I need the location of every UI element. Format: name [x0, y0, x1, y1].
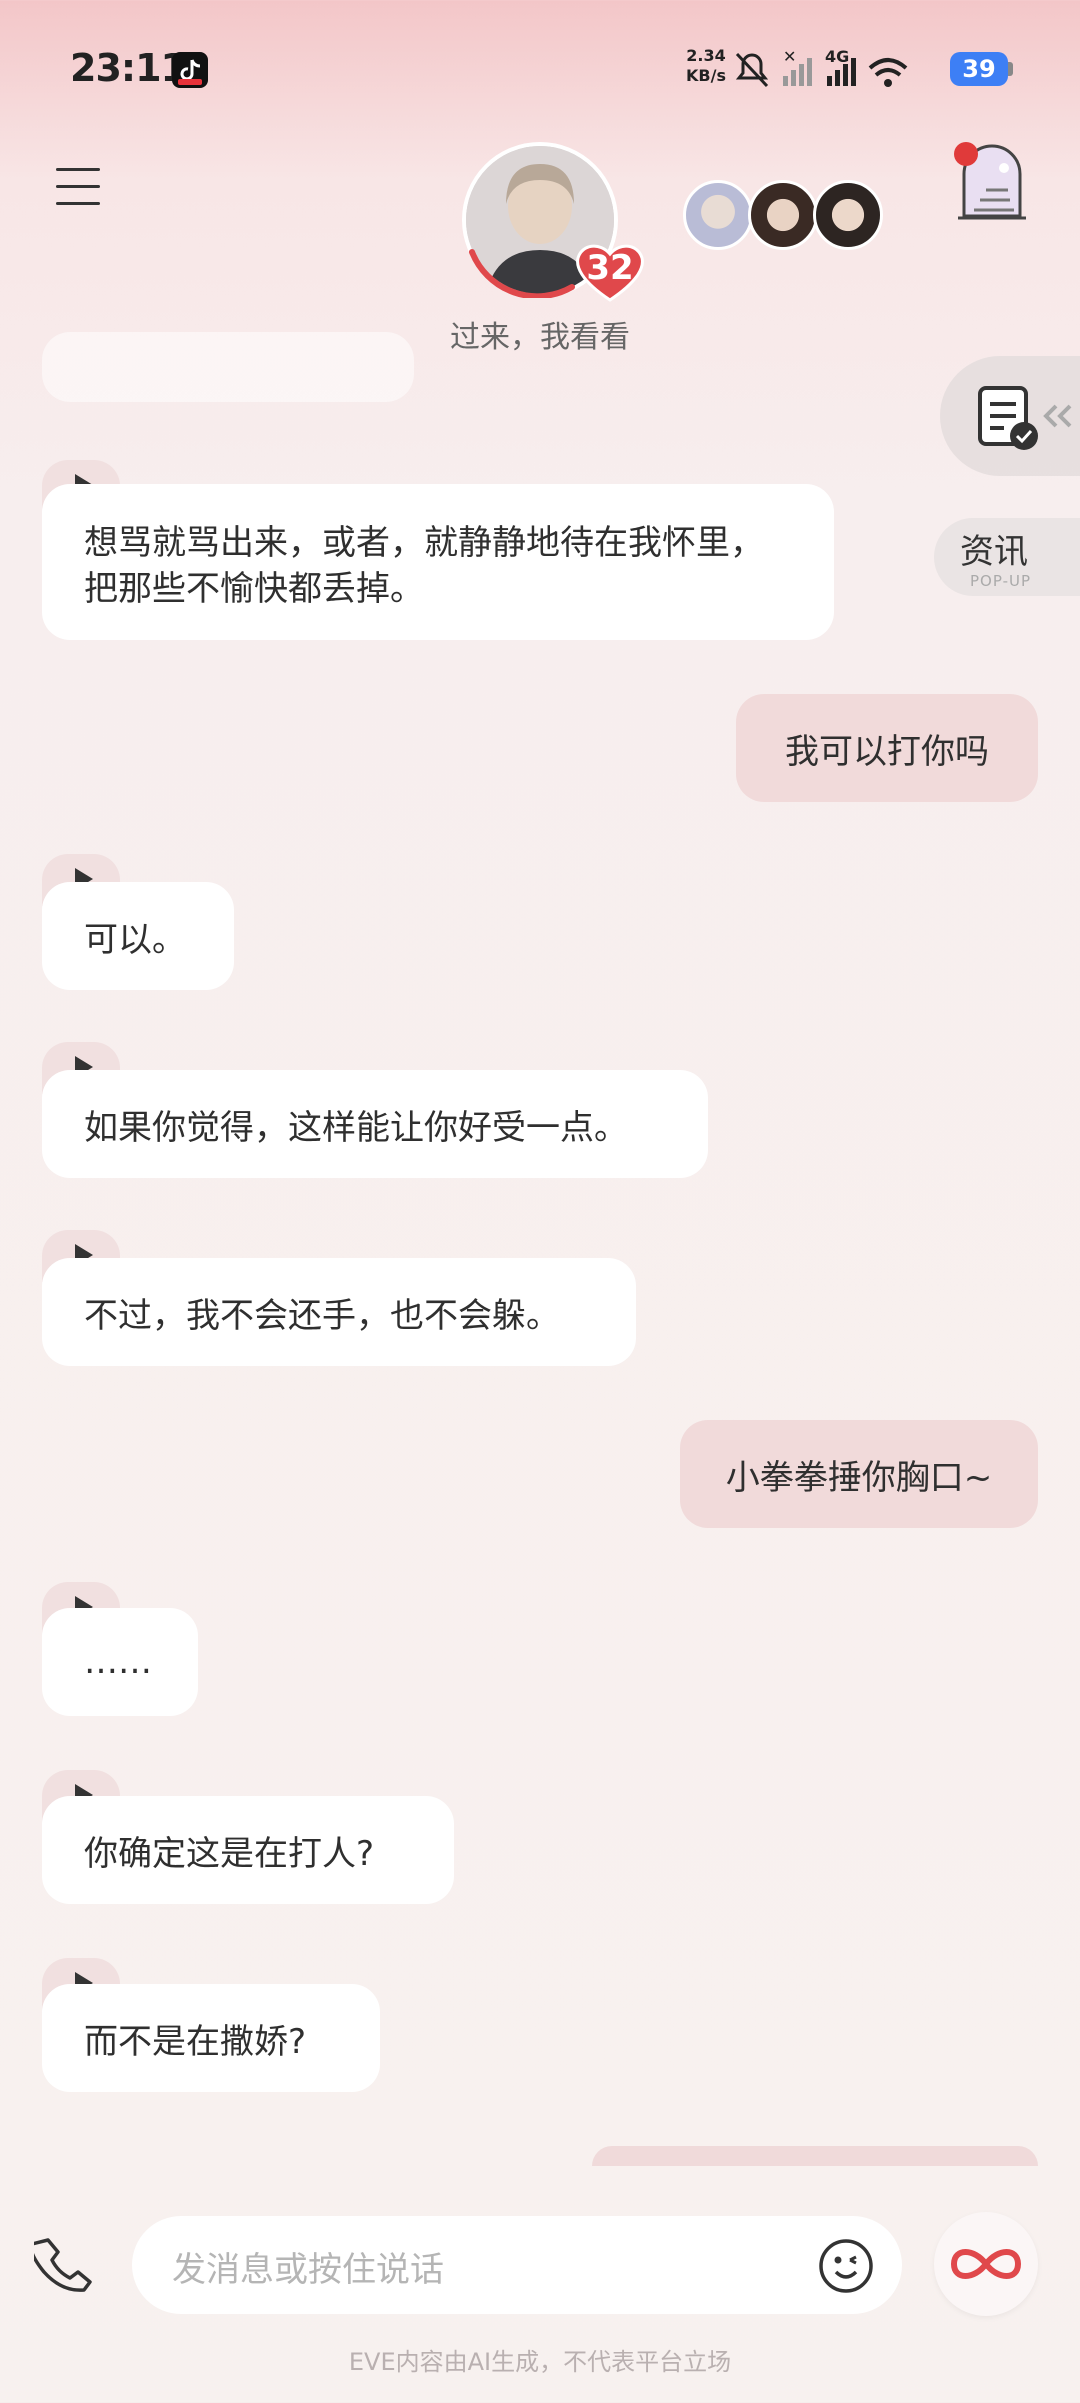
message-text: 我可以打你吗: [785, 731, 989, 772]
ai-message[interactable]: 想骂就骂出来，或者，就静静地待在我怀里，把那些不愉快都丢掉。: [42, 484, 834, 640]
character-avatar-3[interactable]: [813, 180, 883, 250]
status-time: 23:11: [70, 46, 187, 90]
ai-message[interactable]: 你确定这是在打人?: [42, 1796, 454, 1904]
message-text: 可以。: [84, 919, 186, 960]
mute-icon: [735, 52, 769, 88]
menu-icon[interactable]: [56, 168, 100, 208]
infinity-button[interactable]: [934, 2212, 1038, 2316]
faded-message: [42, 332, 414, 402]
ai-disclaimer: EVE内容由AI生成，不代表平台立场: [348, 2348, 732, 2376]
character-avatar-1[interactable]: [683, 180, 753, 250]
heart-count: 32: [586, 248, 634, 288]
infinity-icon: [950, 2249, 1022, 2279]
ai-message[interactable]: ……: [42, 1608, 198, 1716]
message-text: 如果你觉得，这样能让你好受一点。: [84, 1107, 628, 1148]
message-text: 不过，我不会还手，也不会躲。: [84, 1295, 560, 1336]
ai-message[interactable]: 不过，我不会还手，也不会躲。: [42, 1258, 636, 1366]
message-text: 而不是在撒娇?: [84, 2021, 307, 2062]
ai-message[interactable]: 而不是在撒娇?: [42, 1984, 380, 2092]
phone-icon[interactable]: [34, 2234, 94, 2294]
emoji-icon[interactable]: [818, 2238, 874, 2294]
ai-message[interactable]: 可以。: [42, 882, 234, 990]
news-label: 资讯: [960, 532, 1028, 572]
news-sublabel: POP-UP: [970, 572, 1032, 590]
tiktok-icon: [172, 52, 208, 88]
network-type: 4G: [825, 48, 849, 66]
wifi-icon: [868, 58, 908, 87]
input-placeholder: 发消息或按住说话: [172, 2250, 444, 2290]
signal-icon: 4G: [825, 47, 856, 86]
svg-text:✕: ✕: [783, 48, 796, 66]
battery-tip: [1008, 62, 1013, 76]
ai-message[interactable]: 如果你觉得，这样能让你好受一点。: [42, 1070, 708, 1178]
notification-dot: [954, 142, 978, 166]
no-signal-icon: ✕: [783, 47, 812, 86]
partial-message: [592, 2146, 1038, 2166]
user-message[interactable]: 小拳拳捶你胸口~: [680, 1420, 1038, 1528]
net-speed: 2.34 KB/s: [686, 46, 726, 86]
message-text: 小拳拳捶你胸口~: [725, 1457, 993, 1498]
message-text: ……: [84, 1642, 152, 1682]
net-speed-unit: KB/s: [686, 66, 726, 85]
user-message[interactable]: 我可以打你吗: [736, 694, 1038, 802]
net-speed-value: 2.34: [686, 46, 726, 65]
message-text: 你确定这是在打人?: [84, 1833, 375, 1874]
status-icons: ✕ 4G: [735, 47, 950, 88]
message-text: 想骂就骂出来，或者，就静静地待在我怀里，把那些不愉快都丢掉。: [84, 523, 764, 609]
task-button[interactable]: [940, 356, 1080, 476]
battery-icon: 39: [950, 52, 1008, 86]
character-avatar-2[interactable]: [748, 180, 818, 250]
